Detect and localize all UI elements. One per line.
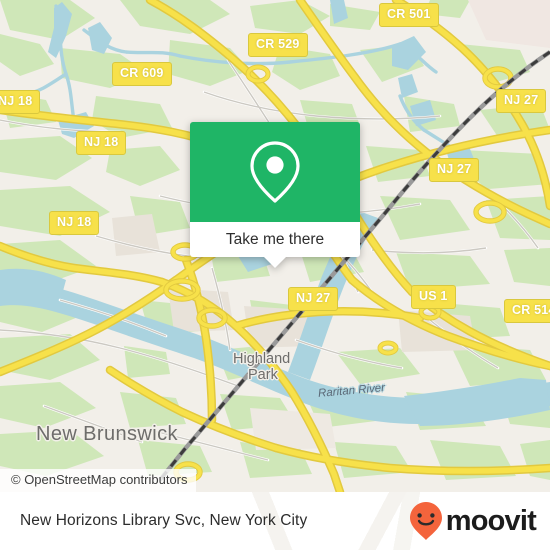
road-shield-us-1[interactable]: US 1	[411, 285, 456, 309]
map-screenshot: New Brunswick Highland Park Raritan Rive…	[0, 0, 550, 550]
popup-icon-area	[190, 122, 360, 222]
road-shield-cr-609[interactable]: CR 609	[112, 62, 172, 86]
moovit-brand[interactable]: moovit	[408, 501, 537, 541]
road-shield-cr-514[interactable]: CR 514	[504, 299, 550, 323]
road-shield-nj-27-center[interactable]: NJ 27	[288, 287, 339, 311]
take-me-there-label: Take me there	[225, 230, 325, 248]
map-canvas[interactable]: New Brunswick Highland Park Raritan Rive…	[0, 0, 550, 492]
moovit-wordmark: moovit	[445, 504, 537, 537]
road-shield-nj-27-east[interactable]: NJ 27	[496, 89, 547, 113]
footer-bar: New Horizons Library Svc, New York City …	[0, 492, 550, 550]
map-pin-icon	[250, 141, 300, 203]
page-title: New Horizons Library Svc, New York City	[20, 512, 308, 529]
popup-pointer-tail	[264, 257, 286, 268]
road-shield-nj-18-west[interactable]: NJ 18	[0, 90, 41, 114]
map-attribution[interactable]: © OpenStreetMap contributors	[0, 469, 196, 492]
moovit-pin-icon	[409, 502, 442, 540]
road-shield-nj-18-south[interactable]: NJ 18	[49, 211, 100, 235]
road-shield-nj-27-mid[interactable]: NJ 27	[429, 158, 480, 182]
road-shield-nj-18-north[interactable]: NJ 18	[76, 131, 127, 155]
road-shield-cr-501[interactable]: CR 501	[379, 3, 439, 27]
destination-popup[interactable]: Take me there	[190, 122, 360, 268]
popup-action-area[interactable]: Take me there	[190, 222, 360, 257]
road-shield-cr-529[interactable]: CR 529	[248, 33, 308, 57]
